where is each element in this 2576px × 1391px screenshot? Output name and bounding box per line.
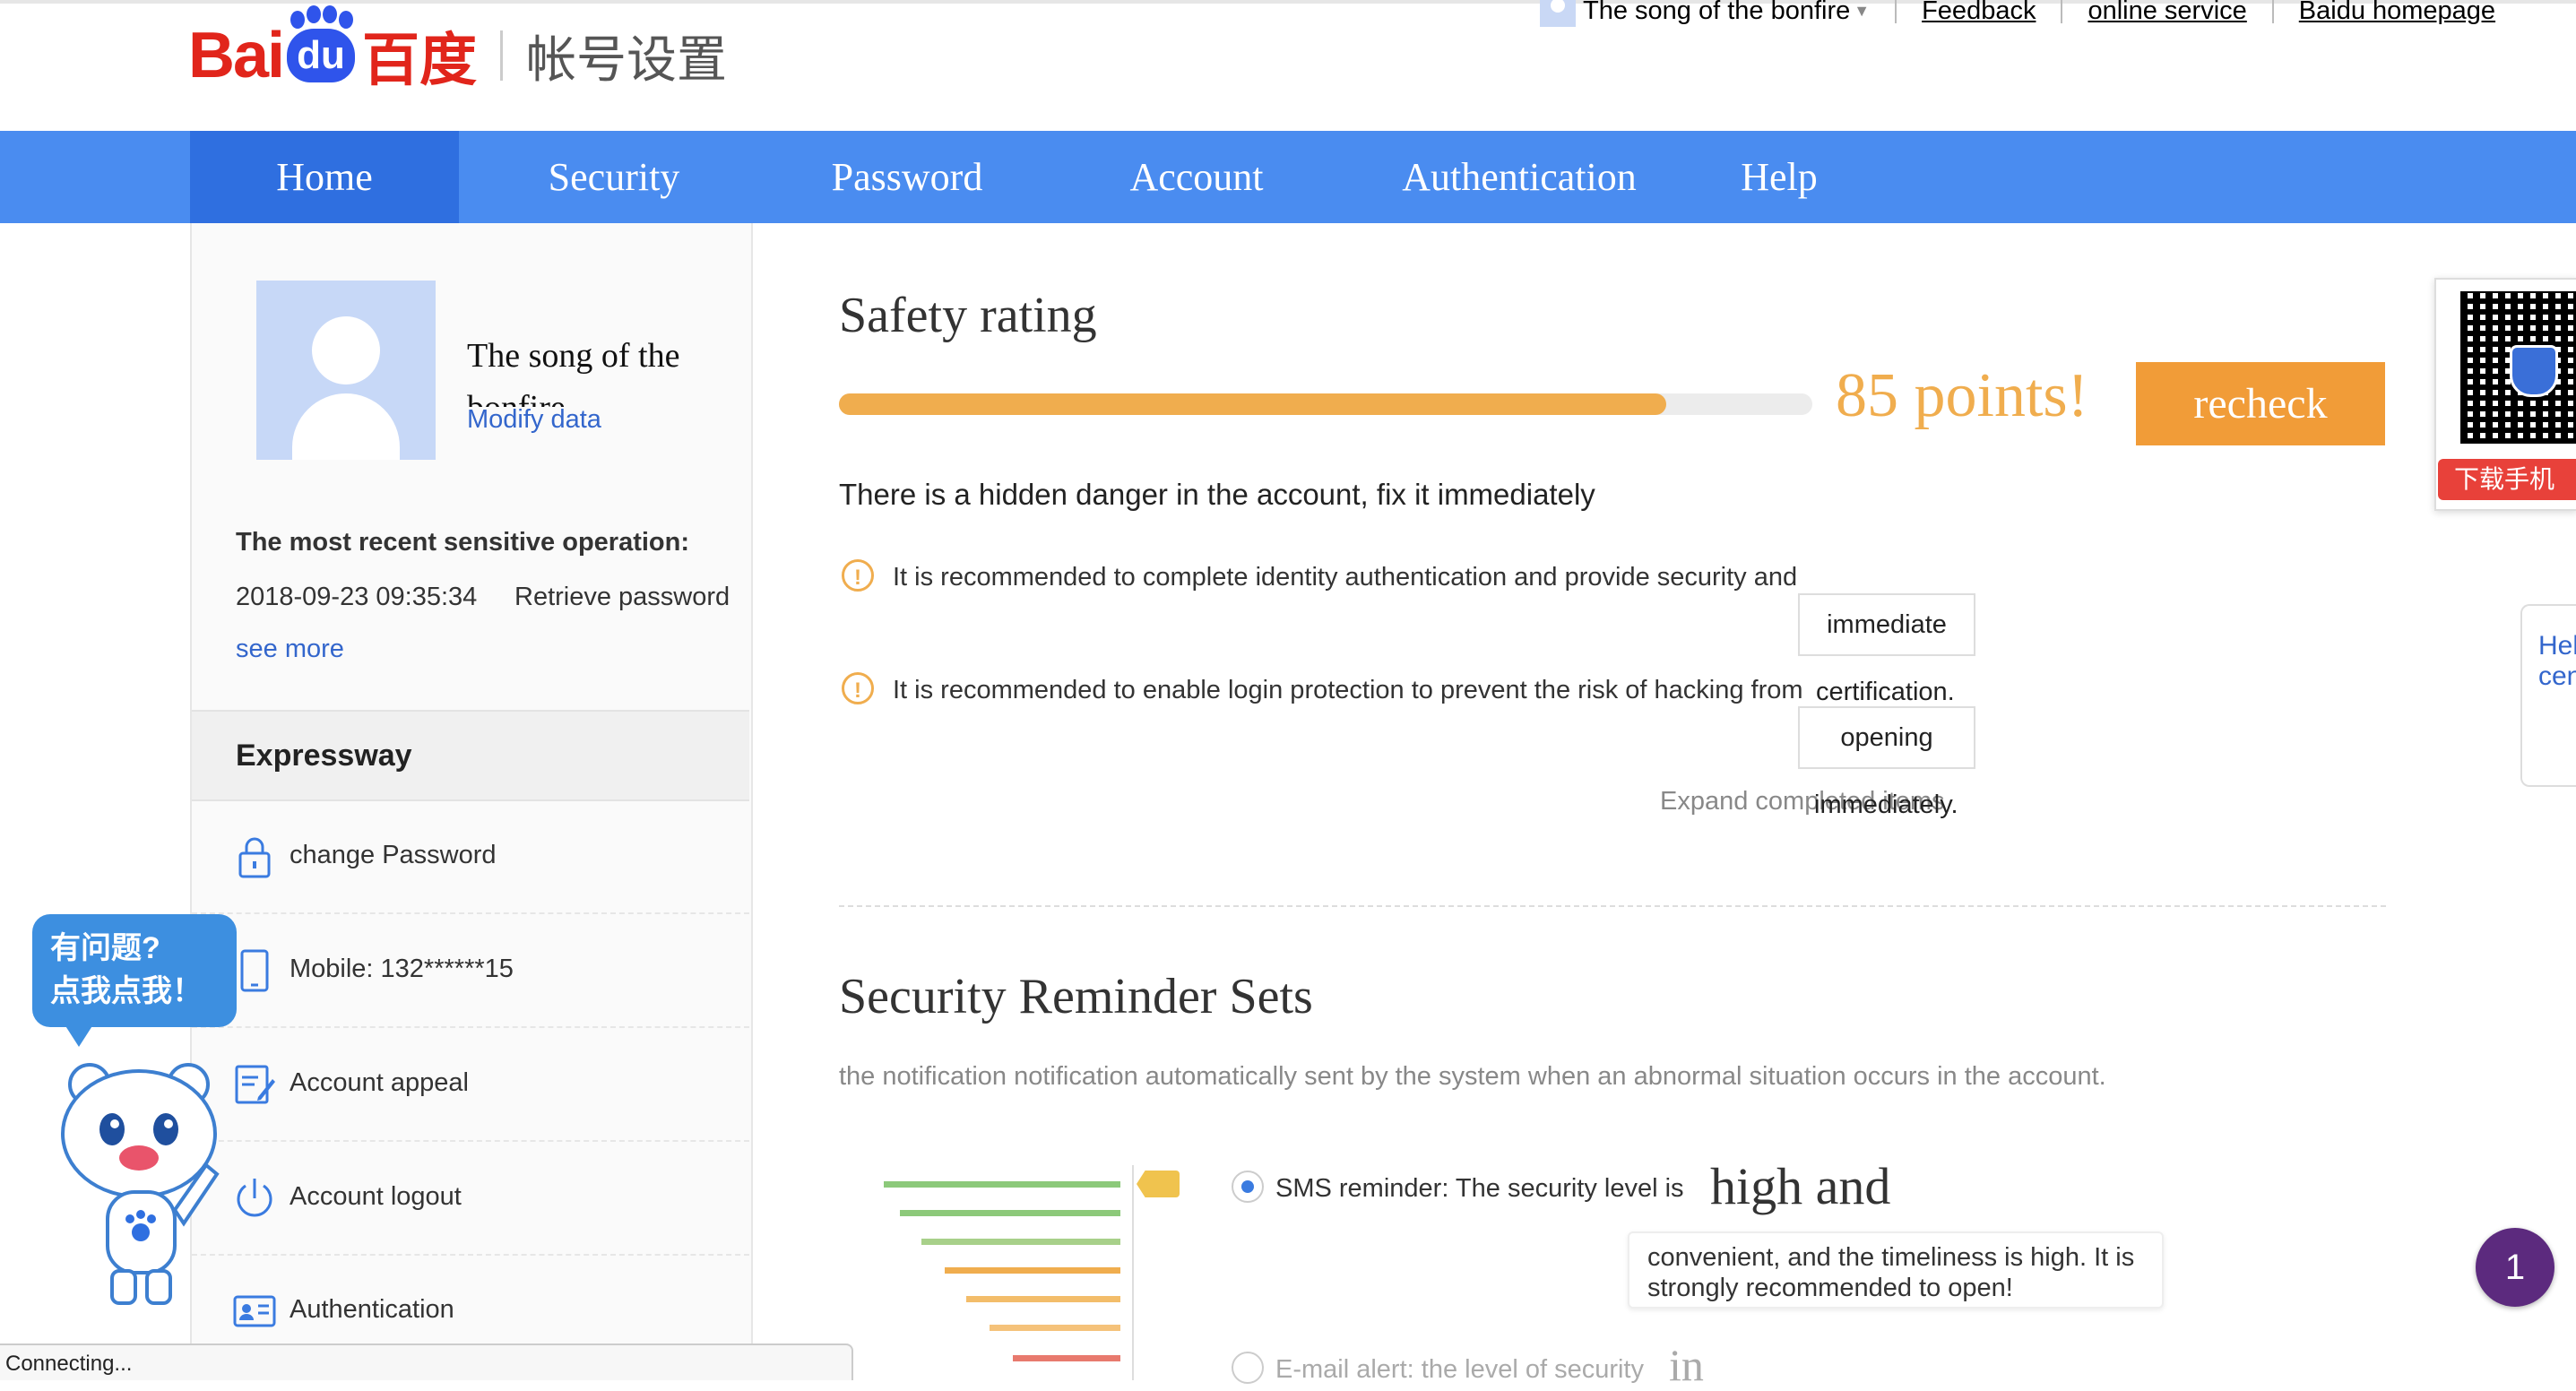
security-reminder-description: the notification notification automatica…: [839, 1062, 2106, 1091]
level-bar: [945, 1267, 1120, 1274]
logo-chinese: 百度: [362, 28, 478, 92]
safety-score: 85 points!: [1836, 361, 2088, 430]
paw-toe-icon: [290, 11, 306, 29]
email-alert-level: in: [1669, 1340, 1704, 1390]
recommendation-text: It is recommended to complete identity a…: [893, 563, 1798, 592]
sidebar-item-label: Account logout: [290, 1182, 462, 1211]
level-marker-icon: [1137, 1171, 1180, 1197]
see-more-link[interactable]: see more: [236, 635, 344, 664]
nav-security[interactable]: Security: [504, 131, 724, 223]
lock-icon: [238, 837, 271, 878]
level-bar: [921, 1239, 1120, 1245]
logo-du-text: du: [297, 33, 345, 77]
level-axis: [1132, 1165, 1134, 1380]
mascot-bubble-line: 有问题?: [50, 931, 160, 965]
email-alert-label: E-mail alert: the level of security: [1275, 1355, 1644, 1384]
download-app-button[interactable]: 下载手机: [2438, 459, 2576, 500]
section-divider: [839, 905, 2386, 907]
logo-du-paw: du: [287, 5, 356, 82]
button-overflow-text: certification.: [1816, 678, 1955, 706]
user-name-menu[interactable]: The song of the bonfire: [1583, 0, 1850, 26]
id-card-icon: [233, 1295, 276, 1327]
recent-operation-action: Retrieve password: [514, 583, 730, 611]
sidebar-item-account-logout[interactable]: Account logout: [192, 1141, 749, 1256]
user-avatar-small[interactable]: [1540, 0, 1576, 27]
nav-password[interactable]: Password: [791, 131, 1024, 223]
level-bar: [900, 1210, 1120, 1216]
mascot-bubble-line: 点我点我！: [50, 974, 203, 1008]
mobile-icon: [240, 949, 269, 992]
level-bar: [884, 1181, 1120, 1188]
sidebar-item-label: Authentication: [290, 1295, 454, 1324]
danger-message: There is a hidden danger in the account,…: [839, 478, 1595, 511]
user-links: The song of the bonfire ▼ Feedback onlin…: [1540, 0, 2495, 29]
shield-icon: [2510, 345, 2558, 397]
mascot-bubble[interactable]: 有问题? 点我点我！: [32, 914, 237, 1027]
security-reminder-title: Security Reminder Sets: [839, 969, 1313, 1024]
safety-progress-fill: [839, 393, 1667, 415]
sidebar-item-label: change Password: [290, 841, 497, 869]
bear-mascot-icon[interactable]: [54, 1058, 233, 1309]
level-bar: [990, 1325, 1120, 1331]
logo-bai: Bai: [188, 20, 285, 91]
baidu-homepage-link[interactable]: Baidu homepage: [2299, 0, 2495, 26]
expressway-title: Expressway: [236, 739, 412, 773]
email-alert-radio[interactable]: [1232, 1352, 1264, 1384]
avatar[interactable]: [256, 281, 436, 460]
help-center-label: Help center: [2538, 631, 2576, 691]
sidebar-item-label: Account appeal: [290, 1068, 469, 1097]
recheck-button[interactable]: recheck: [2136, 362, 2385, 445]
modify-data-link[interactable]: Modify data: [467, 405, 601, 435]
immediate-certification-button[interactable]: immediate: [1798, 593, 1975, 656]
main-nav: Home Security Password Account Authentic…: [0, 131, 2576, 223]
paw-toe-icon: [339, 11, 354, 29]
avatar-body: [292, 393, 400, 460]
browser-status-bar: Connecting...: [0, 1343, 853, 1380]
warning-icon: !: [842, 559, 874, 592]
expressway-header: Expressway: [192, 710, 749, 801]
sidebar-item-label: Mobile: 132******15: [290, 955, 514, 983]
sms-reminder-label: SMS reminder: The security level is: [1275, 1174, 1684, 1203]
sms-reminder-level: high and: [1710, 1157, 1891, 1215]
button-overflow-text: immediately.: [1814, 791, 1958, 819]
sidebar-item-change-password[interactable]: change Password: [192, 799, 749, 914]
notification-badge[interactable]: 1: [2476, 1228, 2554, 1307]
mascot-bubble-tail: [63, 1022, 95, 1047]
help-center-tab[interactable]: Help center: [2520, 604, 2576, 787]
chevron-down-icon[interactable]: ▼: [1854, 2, 1870, 21]
level-bar: [1013, 1355, 1120, 1361]
page-title: 帐号设置: [526, 30, 728, 88]
sms-reminder-tooltip: convenient, and the timeliness is high. …: [1628, 1231, 2164, 1309]
safety-rating-title: Safety rating: [839, 288, 1097, 343]
nav-help[interactable]: Help: [1721, 131, 1837, 223]
online-service-link[interactable]: online service: [2088, 0, 2246, 26]
warning-icon: !: [842, 672, 874, 704]
nav-authentication[interactable]: Authentication: [1387, 131, 1651, 223]
sidebar-item-account-appeal[interactable]: Account appeal: [192, 1027, 749, 1142]
nav-home[interactable]: Home: [190, 131, 459, 223]
recent-operation-title: The most recent sensitive operation:: [236, 528, 690, 557]
power-icon: [237, 1179, 272, 1217]
recent-operation-time: 2018-09-23 09:35:34: [236, 583, 478, 611]
recommendation-text: It is recommended to enable login protec…: [893, 676, 1803, 704]
divider: [2271, 0, 2274, 23]
level-bar: [966, 1296, 1120, 1302]
paw-toe-icon: [323, 5, 338, 23]
profile-name: The song of the bonfire: [467, 337, 680, 407]
feedback-link[interactable]: Feedback: [1922, 0, 2036, 26]
divider: [2061, 0, 2063, 23]
sidebar-item-mobile[interactable]: Mobile: 132******15: [192, 913, 749, 1028]
safety-progress-bar: [839, 393, 1812, 415]
divider: [1895, 0, 1897, 23]
edit-icon: [235, 1065, 275, 1104]
opening-immediately-button[interactable]: opening: [1798, 706, 1975, 769]
nav-account[interactable]: Account: [1095, 131, 1298, 223]
baidu-logo[interactable]: Bai du 百度 帐号设置: [188, 2, 727, 109]
avatar-head: [312, 316, 380, 384]
sms-reminder-radio[interactable]: [1232, 1171, 1264, 1203]
paw-toe-icon: [307, 5, 322, 23]
logo-divider: [500, 30, 504, 81]
